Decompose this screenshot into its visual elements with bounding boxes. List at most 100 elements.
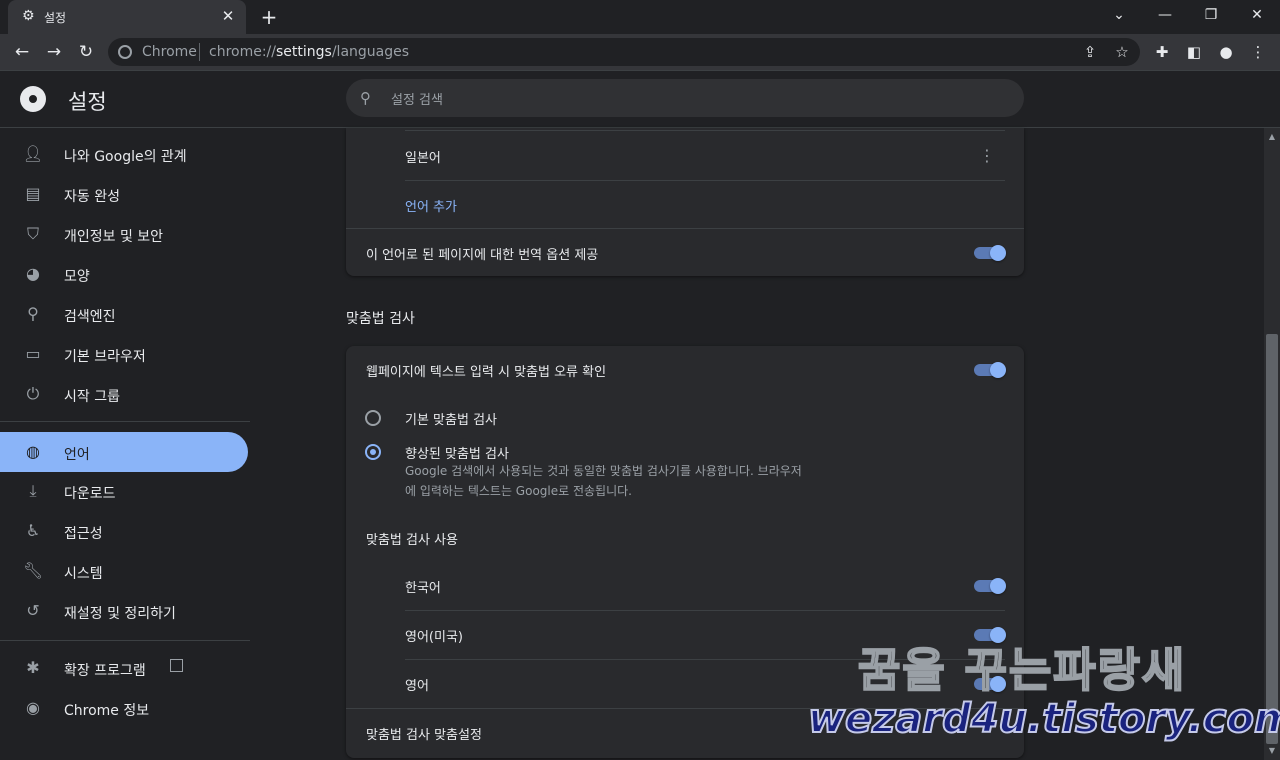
sidebar-item-privacy[interactable]: ⛉ 개인정보 및 보안: [0, 214, 248, 254]
spellcheck-use-title: 맞춤법 검사 사용: [366, 533, 458, 548]
url-path: /languages: [331, 44, 410, 60]
search-placeholder: 설정 검색: [391, 93, 443, 108]
browser-icon: ▭: [25, 344, 41, 363]
sidebar-item-label: 개인정보 및 보안: [64, 229, 164, 245]
sidebar-divider: [0, 640, 250, 641]
address-bar[interactable]: Chrome chrome://settings/languages: [108, 38, 1140, 66]
tab-settings[interactable]: ⚙ 설정 ✕: [8, 0, 246, 34]
offer-translate-label: 이 언어로 된 페이지에 대한 번역 옵션 제공: [366, 248, 599, 263]
sidebar-item-label: 모양: [64, 269, 90, 285]
scrollbar-thumb[interactable]: [1266, 334, 1278, 744]
tab-title: 설정: [44, 11, 67, 25]
toggle-knob: [990, 578, 1006, 594]
divider: [405, 610, 1005, 611]
sidebar-item-label: 언어: [64, 447, 90, 463]
sidebar-divider: [0, 421, 250, 422]
enhanced-spellcheck-radio[interactable]: [365, 444, 381, 460]
sidebar-item-label: 자동 완성: [64, 189, 120, 205]
sidebar-item-label: Chrome 정보: [64, 703, 150, 719]
sidebar-item-you-and-google[interactable]: 👤︎ 나와 Google의 관계: [0, 134, 248, 174]
basic-spellcheck-label: 기본 맞춤법 검사: [405, 413, 497, 428]
page-title: 설정: [68, 90, 107, 114]
share-icon[interactable]: ⇪: [1076, 38, 1104, 66]
toggle-knob: [990, 362, 1006, 378]
minimize-button[interactable]: —: [1142, 0, 1188, 30]
wrench-icon: 🔧︎: [22, 561, 44, 580]
sidebar-item-label: 확장 프로그램: [64, 663, 146, 679]
restore-button[interactable]: ❐: [1188, 0, 1234, 30]
forward-button[interactable]: →: [40, 38, 68, 66]
add-language-button[interactable]: 언어 추가: [405, 196, 457, 215]
side-panel-icon[interactable]: ◧: [1180, 38, 1208, 66]
clipboard-icon: ▤: [25, 184, 41, 203]
sidebar-item-label: 시스템: [64, 566, 103, 582]
spellcheck-language-label: 한국어: [405, 581, 441, 596]
sidebar-item-search-engine[interactable]: ⚲ 검색엔진: [0, 294, 248, 334]
tab-search-button[interactable]: ⌄: [1096, 0, 1142, 30]
close-window-button[interactable]: ✕: [1234, 0, 1280, 30]
back-button[interactable]: ←: [8, 38, 36, 66]
divider: [405, 130, 1005, 131]
spellcheck-toggle[interactable]: [974, 362, 1006, 378]
settings-search-input[interactable]: ⚲ 설정 검색: [346, 79, 1024, 117]
menu-icon[interactable]: ⋮: [1244, 38, 1272, 66]
new-tab-button[interactable]: +: [257, 6, 281, 28]
close-tab-button[interactable]: ✕: [218, 6, 238, 26]
puzzle-icon: ✱: [26, 658, 40, 677]
sidebar-item-appearance[interactable]: ◕ 모양: [0, 254, 248, 294]
enhanced-spellcheck-description: Google 검색에서 사용되는 것과 동일한 맞춤법 검사기를 사용합니다. …: [405, 464, 802, 478]
sidebar-item-extensions[interactable]: ✱ 확장 프로그램: [0, 648, 248, 688]
url-prefix: chrome://: [209, 44, 276, 60]
power-icon: ⏻: [26, 384, 40, 403]
chrome-icon: ◉: [26, 698, 40, 717]
sidebar-item-reset[interactable]: ↺ 재설정 및 정리하기: [0, 591, 248, 631]
spellcheck-language-label: 영어(미국): [405, 630, 463, 645]
sidebar-item-on-startup[interactable]: ⏻ 시작 그룹: [0, 374, 248, 414]
sidebar-item-system[interactable]: 🔧︎ 시스템: [0, 551, 248, 591]
globe-icon: ◍: [26, 442, 40, 461]
profile-icon[interactable]: ●: [1212, 38, 1240, 66]
basic-spellcheck-radio[interactable]: [365, 410, 381, 426]
sidebar-item-label: 나와 Google의 관계: [64, 149, 187, 165]
divider: [405, 180, 1005, 181]
restore-icon: ↺: [26, 601, 40, 620]
url-text: chrome://settings/languages: [209, 44, 409, 60]
spellcheck-language-label: 영어: [405, 679, 429, 694]
palette-icon: ◕: [26, 264, 40, 283]
site-label: Chrome: [142, 44, 197, 60]
sidebar-item-downloads[interactable]: ⤓ 다운로드: [0, 471, 248, 511]
bookmark-star-icon[interactable]: ☆: [1108, 38, 1136, 66]
sidebar-item-autofill[interactable]: ▤ 자동 완성: [0, 174, 248, 214]
sidebar-item-label: 시작 그룹: [64, 389, 120, 405]
reload-button[interactable]: ↻: [72, 38, 100, 66]
external-link-icon: [170, 659, 183, 672]
sidebar-item-languages[interactable]: ◍ 언어: [0, 432, 248, 472]
toggle-knob: [990, 245, 1006, 261]
scroll-up-icon[interactable]: ▲: [1264, 130, 1280, 144]
more-actions-icon[interactable]: ⋮: [975, 144, 999, 168]
download-icon: ⤓: [29, 481, 37, 500]
gear-icon: ⚙: [22, 8, 35, 24]
watermark-url: wezard4u.tistory.com: [807, 695, 1280, 743]
enhanced-spellcheck-label: 향상된 맞춤법 검사: [405, 447, 509, 462]
chrome-site-icon: [118, 45, 132, 59]
person-icon: 👤︎: [22, 144, 44, 163]
sidebar-item-label: 접근성: [64, 526, 103, 542]
search-icon: ⚲: [360, 89, 371, 107]
spellcheck-check-label: 웹페이지에 텍스트 입력 시 맞춤법 오류 확인: [366, 365, 607, 380]
spellcheck-language-toggle[interactable]: [974, 578, 1006, 594]
accessibility-icon: ♿︎: [25, 521, 41, 540]
scroll-down-icon[interactable]: ▼: [1264, 744, 1280, 758]
sidebar-item-label: 기본 브라우저: [64, 349, 146, 365]
sidebar-item-default-browser[interactable]: ▭ 기본 브라우저: [0, 334, 248, 374]
extensions-icon[interactable]: ✚: [1148, 38, 1176, 66]
offer-translate-toggle[interactable]: [974, 245, 1006, 261]
shield-icon: ⛉: [26, 224, 39, 243]
sidebar-item-accessibility[interactable]: ♿︎ 접근성: [0, 511, 248, 551]
sidebar-item-label: 재설정 및 정리하기: [64, 606, 176, 622]
sidebar-item-about-chrome[interactable]: ◉ Chrome 정보: [0, 688, 248, 728]
spellcheck-customize-link[interactable]: 맞춤법 검사 맞춤설정: [366, 724, 482, 743]
language-item-label: 일본어: [405, 151, 441, 166]
search-icon: ⚲: [27, 304, 39, 323]
divider: [346, 228, 1024, 229]
